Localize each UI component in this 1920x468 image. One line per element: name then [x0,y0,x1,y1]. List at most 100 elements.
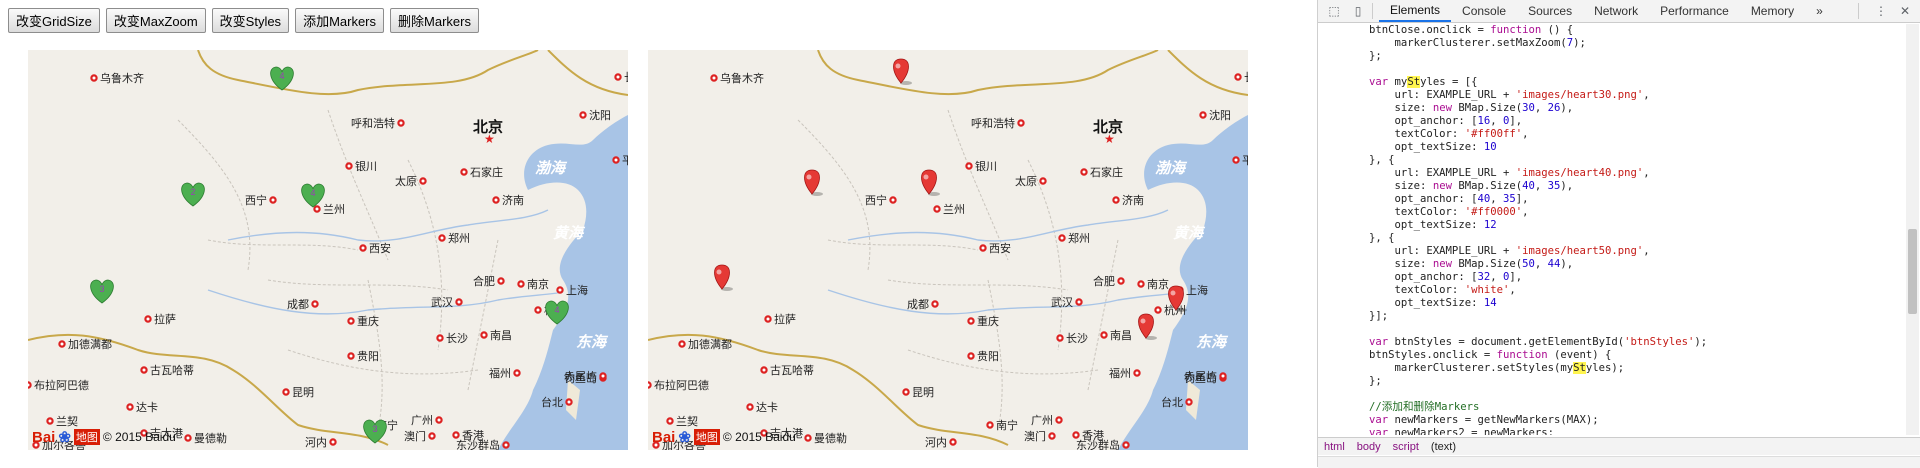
city-label: 成都 [287,298,309,311]
tab-console[interactable]: Console [1451,0,1517,22]
code-line[interactable]: url: EXAMPLE_URL + 'images/heart50.png', [1318,245,1904,258]
code-line[interactable]: var newMarkers = getNewMarkers(MAX); [1318,414,1904,427]
city-dot [513,369,521,377]
cluster-count: 4 [554,305,559,315]
map-left[interactable]: 渤海 黄海 东海 乌鲁木齐 呼和浩特 ★ 北京 沈阳 银川 石家庄 太原 西宁 兰州 济南 西安 郑州 合肥 南京… [28,50,628,450]
code-line[interactable]: }, { [1318,232,1904,245]
code-line[interactable]: textColor: '#ff00ff', [1318,128,1904,141]
change-maxzoom-button[interactable]: 改变MaxZoom [105,8,206,33]
tab-memory[interactable]: Memory [1740,0,1805,22]
baidu-logo[interactable]: Bai ❀ 地图 © 2015 Baidu [32,428,176,447]
source-code-view[interactable]: btnClose.onclick = function () { markerC… [1318,24,1904,435]
city-dot [979,244,987,252]
code-line[interactable]: textColor: 'white', [1318,284,1904,297]
code-line[interactable]: opt_anchor: [16, 0], [1318,115,1904,128]
scrollbar-thumb[interactable] [1908,229,1917,314]
code-line[interactable]: opt_textSize: 10 [1318,141,1904,154]
map-marker-icon[interactable] [804,169,824,196]
city-label: 太原 [395,175,417,188]
city-label: 拉萨 [154,312,176,326]
map-marker-icon[interactable] [893,58,913,85]
code-line[interactable]: var newMarkers2 = newMarkers; [1318,427,1904,435]
map-right[interactable]: 渤海 黄海 东海 乌鲁木齐 呼和浩特 ★ 北京 沈阳 银川 石家庄 太原 西宁 兰州 济南 西安 郑州 合肥 南京… [648,50,1248,450]
border-north [817,50,1159,96]
change-styles-button[interactable]: 改变Styles [211,8,290,33]
code-line[interactable] [1318,323,1904,336]
sea-label: 渤海 [1155,160,1188,177]
city-dot [1048,432,1056,440]
city-label: 福州 [1109,366,1131,380]
code-line[interactable]: var btnStyles = document.getElementById(… [1318,336,1904,349]
more-tabs-button[interactable]: » [1805,0,1834,22]
tab-elements[interactable]: Elements [1379,0,1452,22]
cluster-heart-icon[interactable]: 3 [363,419,387,444]
tab-sources[interactable]: Sources [1517,0,1583,22]
code-line[interactable]: opt_textSize: 12 [1318,219,1904,232]
crumb-text[interactable]: (text) [1431,441,1456,453]
device-toggle-icon[interactable]: ▯ [1350,3,1366,19]
tab-network[interactable]: Network [1583,0,1649,22]
copyright: © 2015 Baidu [102,430,176,444]
code-scrollbar[interactable] [1906,24,1919,435]
crumb-script[interactable]: script [1393,441,1419,453]
city-label: 重庆 [977,314,999,328]
code-line[interactable]: btnStyles.onclick = function (event) { [1318,349,1904,362]
code-line[interactable]: markerClusterer.setStyles(myStyles); [1318,362,1904,375]
logo-bai: Bai [652,428,676,446]
city-dot [710,74,718,82]
kebab-menu-icon[interactable]: ⋮ [1873,3,1889,19]
city-label: 西宁 [865,193,887,207]
map-marker-icon[interactable] [1138,313,1158,340]
city-label: 合肥 [1093,274,1115,288]
province-border [207,239,359,251]
map-marker-icon[interactable] [714,264,734,291]
map-marker-icon[interactable] [921,169,941,196]
code-line[interactable]: opt_textSize: 14 [1318,297,1904,310]
code-line[interactable]: }; [1318,375,1904,388]
logo-bai: Bai [32,428,56,446]
code-line[interactable]: url: EXAMPLE_URL + 'images/heart30.png', [1318,89,1904,102]
code-line[interactable]: url: EXAMPLE_URL + 'images/heart40.png', [1318,167,1904,180]
city-label: 乌鲁木齐 [720,71,764,85]
cluster-heart-icon[interactable]: 2 [181,182,205,207]
city-dot [144,315,152,323]
code-line[interactable]: size: new BMap.Size(50, 44), [1318,258,1904,271]
tab-performance[interactable]: Performance [1649,0,1740,22]
code-line[interactable] [1318,63,1904,76]
crumb-html[interactable]: html [1324,441,1345,453]
map-left-canvas[interactable]: 渤海黄海东海乌鲁木齐呼和浩特★北京沈阳银川 石家庄太原西宁兰州济南西安郑州合肥 南京… [28,50,628,450]
code-line[interactable]: size: new BMap.Size(40, 35), [1318,180,1904,193]
city-label: 合肥 [473,274,495,288]
baidu-logo[interactable]: Bai ❀ 地图 © 2015 Baidu [652,428,796,447]
close-icon[interactable]: ✕ [1897,3,1913,19]
city-dot [804,434,812,442]
code-line[interactable]: }, { [1318,154,1904,167]
code-line[interactable]: }; [1318,50,1904,63]
code-line[interactable]: }]; [1318,310,1904,323]
map-right-canvas[interactable]: 渤海黄海东海乌鲁木齐呼和浩特★北京沈阳银川 石家庄太原西宁兰州济南西安郑州合肥 南京… [648,50,1248,450]
city-dot [90,74,98,82]
add-markers-button[interactable]: 添加Markers [295,8,385,33]
city-dot [1234,73,1242,81]
code-line[interactable]: opt_anchor: [40, 35], [1318,193,1904,206]
code-line[interactable]: btnClose.onclick = function () { [1318,24,1904,37]
code-line[interactable]: textColor: '#ff0000', [1318,206,1904,219]
city-label: 福州 [489,366,511,380]
inspect-icon[interactable]: ⬚ [1326,3,1342,19]
city-dot [428,432,436,440]
code-line[interactable] [1318,388,1904,401]
delete-markers-button[interactable]: 删除Markers [390,8,479,33]
city-label: 济南 [502,193,524,207]
code-line[interactable]: size: new BMap.Size(30, 26), [1318,102,1904,115]
cluster-heart-icon[interactable]: 4 [301,183,325,208]
cluster-heart-icon[interactable]: 3 [90,279,114,304]
code-line[interactable]: opt_anchor: [32, 0], [1318,271,1904,284]
city-dot [902,388,910,396]
city-label: 广州 [411,414,433,427]
code-line[interactable]: markerClusterer.setMaxZoom(7); [1318,37,1904,50]
change-gridsize-button[interactable]: 改变GridSize [8,8,100,33]
code-line[interactable]: //添加和删除Markers [1318,401,1904,414]
crumb-body[interactable]: body [1357,441,1381,453]
code-line[interactable]: var myStyles = [{ [1318,76,1904,89]
city-label: 南昌 [490,329,512,342]
